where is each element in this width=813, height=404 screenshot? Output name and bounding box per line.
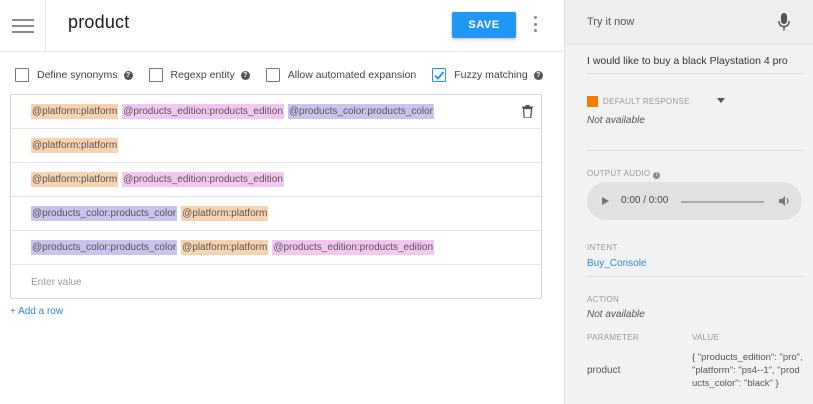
edition-chip[interactable]: @products_edition:products_edition [122, 172, 284, 187]
action-value: Not available [587, 309, 645, 320]
divider [587, 73, 804, 74]
fuzzy-matching-checkbox[interactable] [432, 68, 447, 82]
platform-chip[interactable]: @platform:platform [31, 104, 119, 119]
edition-chip[interactable]: @products_edition:products_edition [122, 104, 284, 119]
intent-label: INTENT [587, 243, 618, 252]
audio-time: 0:00 / 0:00 [621, 195, 669, 206]
table-row[interactable]: @products_color:products_color @platform… [11, 231, 541, 265]
fuzzy-matching-label: Fuzzy matching [454, 69, 528, 81]
enter-value-input[interactable]: Enter value [31, 277, 82, 288]
parameter-value: { "products_edition": "pro", "platform":… [692, 352, 803, 389]
parameter-header: PARAMETER [587, 333, 639, 342]
option-regexp-entity[interactable]: Regexp entity ? [148, 68, 250, 82]
platform-chip[interactable]: @platform:platform [181, 240, 269, 255]
entity-options: Define synonyms ? Regexp entity ? Allow … [15, 66, 559, 84]
intent-link[interactable]: Buy_Console [587, 258, 646, 269]
table-row[interactable]: @products_color:products_color @platform… [11, 197, 541, 231]
edition-chip[interactable]: @products_edition:products_edition [272, 240, 435, 255]
define-synonyms-label: Define synonyms [37, 69, 118, 81]
table-row[interactable]: @platform:platform @products_edition:pro… [11, 95, 541, 129]
chevron-down-icon[interactable] [717, 98, 725, 103]
automated-expansion-checkbox[interactable] [265, 68, 280, 82]
microphone-icon[interactable] [778, 13, 790, 31]
help-icon[interactable]: ? [123, 70, 133, 80]
divider [587, 150, 804, 151]
add-row-link[interactable]: + Add a row [10, 306, 63, 317]
color-chip[interactable]: @products_color:products_color [31, 206, 178, 221]
value-header: VALUE [692, 333, 720, 342]
try-it-now-panel: Try it now I would like to buy a black P… [564, 0, 813, 404]
play-icon[interactable] [602, 197, 609, 205]
platform-chip[interactable]: @platform:platform [181, 206, 269, 221]
entity-editor: product SAVE Define synonyms ? Regexp en… [0, 0, 564, 404]
action-label: ACTION [587, 295, 620, 304]
regexp-entity-checkbox[interactable] [148, 68, 163, 82]
volume-icon[interactable] [779, 195, 791, 207]
table-row[interactable]: @platform:platform [11, 129, 541, 163]
user-query: I would like to buy a black Playstation … [587, 55, 788, 67]
entity-name[interactable]: product [68, 12, 129, 33]
info-icon: i [653, 171, 661, 179]
default-response-label: DEFAULT RESPONSE [603, 97, 690, 106]
option-automated-expansion[interactable]: Allow automated expansion [265, 68, 417, 82]
editor-toolbar: product SAVE [0, 0, 564, 52]
save-button[interactable]: SAVE [452, 12, 516, 38]
synonym-table: @platform:platform @products_edition:pro… [10, 94, 542, 299]
try-it-header: Try it now [565, 0, 813, 45]
help-icon[interactable]: ? [533, 70, 543, 80]
trash-icon[interactable] [522, 105, 533, 118]
new-value-row[interactable]: Enter value [11, 265, 541, 299]
default-response-value: Not available [587, 115, 645, 126]
table-row[interactable]: @platform:platform @products_edition:pro… [11, 163, 541, 197]
color-chip[interactable]: @products_color:products_color [31, 240, 178, 255]
option-fuzzy-matching[interactable]: Fuzzy matching ? [432, 68, 543, 82]
default-response-icon [587, 96, 598, 107]
regexp-entity-label: Regexp entity [170, 69, 235, 81]
try-it-input[interactable]: Try it now [587, 16, 634, 28]
audio-player: 0:00 / 0:00 [587, 182, 802, 220]
color-chip[interactable]: @products_color:products_color [287, 104, 435, 119]
platform-chip[interactable]: @platform:platform [31, 138, 119, 153]
parameter-name: product [587, 365, 621, 376]
audio-progress-slider[interactable] [681, 201, 764, 203]
define-synonyms-checkbox[interactable] [15, 68, 29, 82]
option-define-synonyms[interactable]: Define synonyms ? [15, 68, 133, 82]
hamburger-menu-icon [11, 15, 34, 37]
help-icon[interactable]: ? [240, 70, 250, 80]
output-audio-label: OUTPUT AUDIO [587, 169, 651, 178]
checkmark-icon [434, 71, 445, 80]
menu-button[interactable] [0, 0, 46, 52]
platform-chip[interactable]: @platform:platform [31, 172, 119, 187]
output-audio-section: OUTPUT AUDIO i [587, 169, 661, 179]
automated-expansion-label: Allow automated expansion [287, 69, 417, 81]
more-vert-icon[interactable] [530, 14, 540, 34]
divider [587, 276, 804, 277]
